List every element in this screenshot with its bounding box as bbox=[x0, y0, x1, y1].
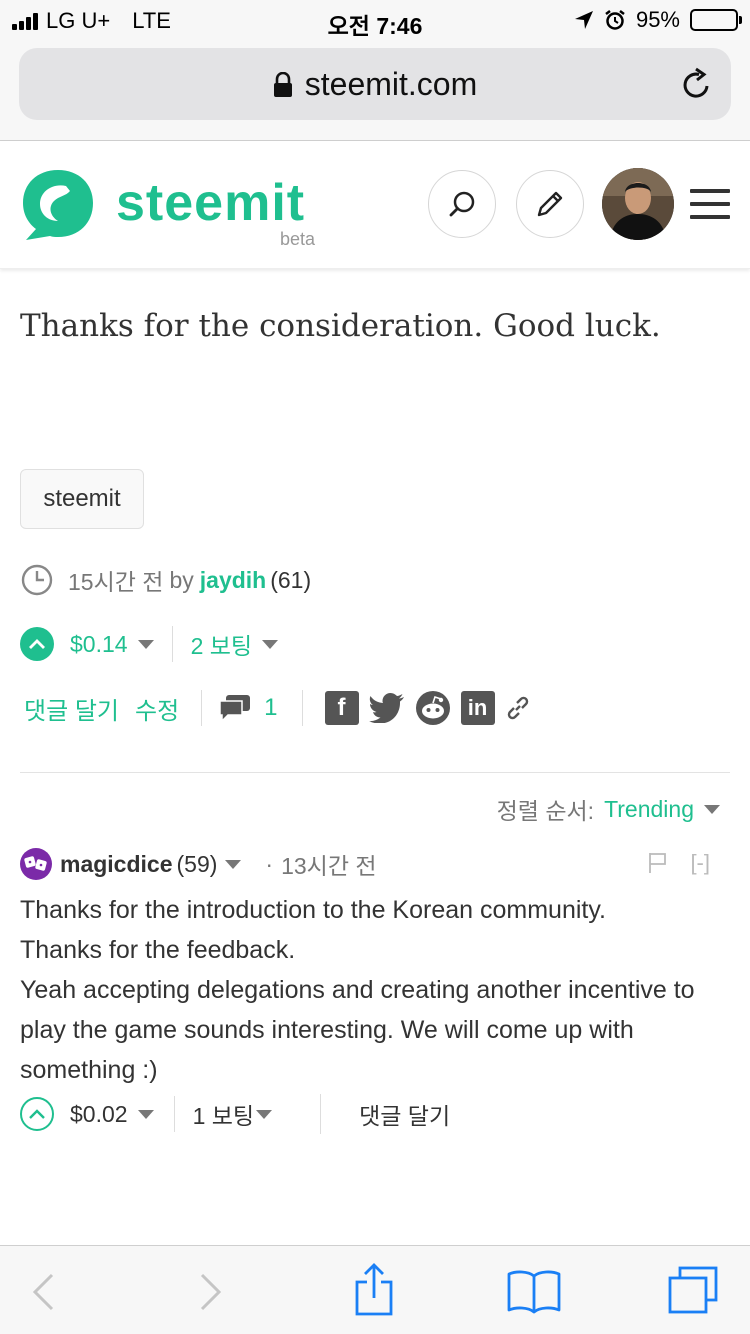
comment-votes[interactable]: 1 보팅 bbox=[193, 1097, 255, 1131]
comment-line: Yeah accepting delegations and creating … bbox=[20, 976, 695, 1084]
comments-icon[interactable] bbox=[218, 693, 252, 723]
comment-count[interactable]: 1 bbox=[264, 694, 277, 722]
by-label: by bbox=[169, 566, 194, 593]
collapse-toggle[interactable]: [-] bbox=[690, 850, 710, 876]
dice-icon bbox=[24, 856, 47, 871]
post-meta: 15시간 전 by jaydih (61) bbox=[20, 563, 311, 597]
comment-upvote-button[interactable] bbox=[20, 1097, 54, 1131]
post-body: Thanks for the consideration. Good luck. bbox=[20, 308, 661, 344]
link-icon[interactable] bbox=[505, 695, 531, 721]
write-post-button[interactable] bbox=[516, 170, 584, 238]
address-bar[interactable]: steemit.com bbox=[19, 48, 731, 120]
upvote-button[interactable] bbox=[20, 627, 54, 661]
bookmarks-icon[interactable] bbox=[506, 1268, 562, 1314]
comment-line: Thanks for the feedback. bbox=[20, 936, 296, 964]
comment-payout-dropdown-icon[interactable] bbox=[137, 1109, 154, 1119]
comment-body: Thanks for the introduction to the Korea… bbox=[20, 890, 735, 1090]
commenter-dropdown-icon[interactable] bbox=[225, 859, 242, 869]
user-avatar[interactable] bbox=[602, 168, 674, 240]
sort-dropdown-icon[interactable] bbox=[704, 804, 720, 814]
reddit-icon[interactable] bbox=[415, 690, 451, 726]
twitter-icon[interactable] bbox=[368, 693, 405, 723]
status-bar: LG U+ LTE 오전 7:46 95% bbox=[0, 0, 750, 40]
battery-percent: 95% bbox=[635, 7, 680, 32]
post-votes[interactable]: 2 보팅 bbox=[191, 627, 253, 661]
forward-icon[interactable] bbox=[198, 1272, 224, 1312]
chevron-up-icon bbox=[29, 1109, 45, 1119]
user-photo bbox=[602, 168, 674, 240]
pencil-icon bbox=[537, 191, 563, 217]
author-reputation: (61) bbox=[270, 566, 312, 593]
vote-separator bbox=[171, 626, 173, 662]
comment-payout[interactable]: $0.02 bbox=[70, 1101, 128, 1128]
commenter-name[interactable]: magicdice bbox=[60, 851, 173, 878]
linkedin-icon[interactable]: in bbox=[460, 691, 495, 725]
post-actions: 댓글 달기 수정 1 f in bbox=[24, 688, 531, 728]
menu-button[interactable] bbox=[690, 189, 730, 228]
comment-votes-dropdown-icon[interactable] bbox=[256, 1109, 273, 1119]
chevron-up-icon bbox=[29, 639, 45, 649]
location-arrow-icon bbox=[574, 11, 593, 29]
edit-link[interactable]: 수정 bbox=[135, 691, 179, 726]
post-vote-row: $0.14 2 보팅 bbox=[20, 624, 279, 664]
action-separator bbox=[201, 690, 203, 726]
steemit-logo-icon[interactable] bbox=[20, 166, 96, 242]
site-header: steemit beta bbox=[0, 141, 750, 269]
comment-sort: 정렬 순서: Trending bbox=[497, 792, 720, 826]
url-text: steemit.com bbox=[304, 66, 478, 102]
section-divider bbox=[20, 772, 730, 773]
reply-link[interactable]: 댓글 달기 bbox=[24, 691, 119, 726]
search-icon bbox=[449, 191, 475, 217]
beta-label: beta bbox=[280, 229, 316, 249]
post-tag[interactable]: steemit bbox=[20, 469, 144, 529]
lock-icon bbox=[273, 71, 292, 97]
share-icon[interactable] bbox=[352, 1262, 396, 1318]
post-payout[interactable]: $0.14 bbox=[70, 631, 128, 658]
share-buttons: f in bbox=[324, 690, 531, 726]
comment-vote-row: $0.02 1 보팅 댓글 달기 bbox=[20, 1094, 450, 1134]
sort-label: 정렬 순서: bbox=[496, 798, 595, 824]
comment-line: Thanks for the introduction to the Korea… bbox=[20, 896, 606, 924]
comment-tools: [-] bbox=[648, 850, 710, 876]
share-separator bbox=[301, 690, 303, 726]
votes-dropdown-icon[interactable] bbox=[262, 639, 279, 649]
post-time-ago[interactable]: 15시간 전 bbox=[68, 563, 163, 597]
meta-separator: · bbox=[265, 850, 274, 877]
search-button[interactable] bbox=[428, 170, 496, 238]
comment-reply-separator bbox=[320, 1094, 322, 1134]
status-right: 95% bbox=[574, 7, 742, 33]
post-author[interactable]: jaydih bbox=[200, 567, 266, 594]
facebook-icon[interactable]: f bbox=[324, 691, 359, 725]
tabs-icon[interactable] bbox=[666, 1264, 720, 1316]
comment-vote-separator bbox=[173, 1096, 175, 1132]
clock-icon bbox=[21, 564, 53, 596]
payout-dropdown-icon[interactable] bbox=[137, 639, 154, 649]
commenter-reputation: (59) bbox=[176, 850, 218, 877]
back-icon[interactable] bbox=[30, 1272, 56, 1312]
browser-address-area: steemit.com bbox=[0, 40, 750, 141]
comment-reply-link[interactable]: 댓글 달기 bbox=[359, 1097, 450, 1131]
alarm-icon bbox=[605, 10, 625, 30]
battery-icon bbox=[690, 9, 742, 31]
url-display[interactable]: steemit.com bbox=[19, 66, 731, 103]
flag-icon[interactable] bbox=[648, 852, 668, 874]
brand-name[interactable]: steemit bbox=[116, 173, 305, 233]
reload-icon[interactable] bbox=[681, 67, 713, 101]
comment-header: magicdice (59) · 13시간 전 [-] bbox=[20, 848, 720, 880]
commenter-avatar[interactable] bbox=[20, 848, 52, 880]
sort-select[interactable]: Trending bbox=[604, 796, 694, 823]
comment-time-ago[interactable]: 13시간 전 bbox=[281, 847, 376, 881]
browser-toolbar bbox=[0, 1245, 750, 1334]
